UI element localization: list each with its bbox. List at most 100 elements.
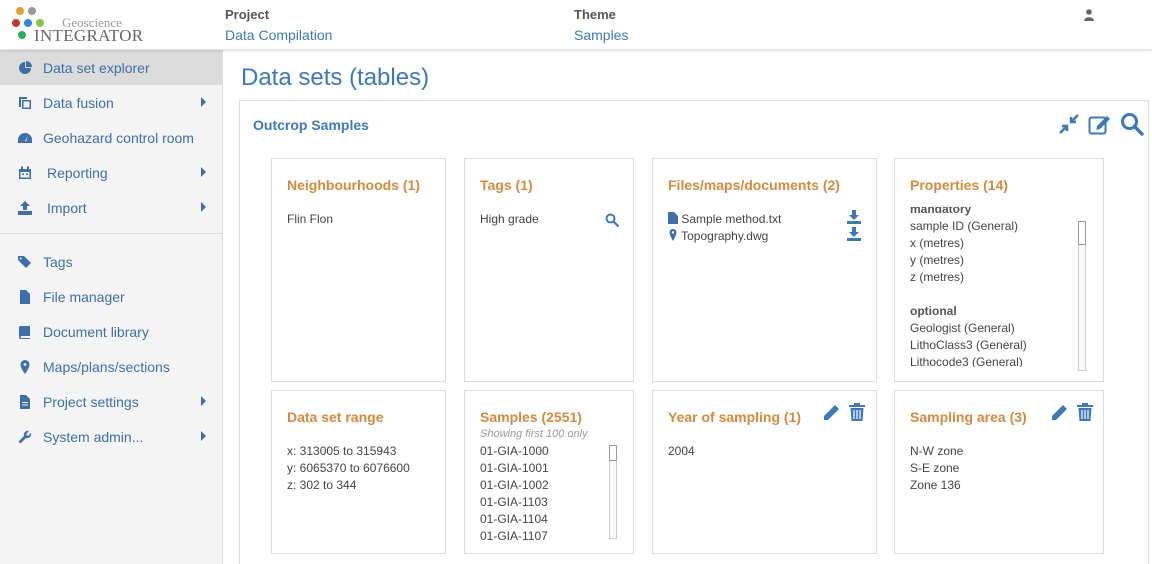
sidebar-item-system-admin[interactable]: System admin... xyxy=(0,419,222,454)
list-item[interactable]: 01-GIA-1001 xyxy=(480,460,549,477)
list-item[interactable]: Flin Flon xyxy=(287,211,333,228)
card-actions xyxy=(1051,403,1093,421)
dataset-title: Outcrop Samples xyxy=(253,117,369,133)
list-item[interactable]: 01-GIA-1000 xyxy=(480,443,549,460)
list-item[interactable]: 01-GIA-1103 xyxy=(480,494,549,511)
logo-big-text: INTEGRATOR xyxy=(34,26,144,45)
list-item[interactable]: 01-GIA-1002 xyxy=(480,477,549,494)
scrollbar-thumb[interactable] xyxy=(1078,221,1086,245)
list-item: 2004 xyxy=(668,444,695,458)
file-name: Topography.dwg xyxy=(681,229,769,243)
collapse-icon[interactable] xyxy=(1058,113,1080,135)
scrollbar-thumb[interactable] xyxy=(609,445,617,461)
properties-scrollbar[interactable] xyxy=(1078,221,1086,371)
samples-scrollbar[interactable] xyxy=(609,445,617,539)
trash-icon[interactable] xyxy=(849,403,865,421)
year-of-sampling-card: Year of sampling (1) 2004 xyxy=(652,390,877,554)
panel-toolbar xyxy=(1058,112,1144,136)
logo-dot xyxy=(16,7,24,15)
sidebar-item-reporting[interactable]: Reporting xyxy=(0,155,222,190)
file-name: Sample method.txt xyxy=(681,212,782,226)
geoscience-integrator-logo[interactable]: Geoscience INTEGRATOR xyxy=(12,5,144,45)
card-title: Tags (1) xyxy=(480,177,533,193)
logo-dot xyxy=(24,19,32,27)
edit-dataset-icon[interactable] xyxy=(1088,113,1112,135)
card-title: Neighbourhoods (1) xyxy=(287,177,420,193)
properties-scroll-area[interactable]: mandatory sample ID (General) x (metres)… xyxy=(910,207,1080,367)
sidebar-item-label: Maps/plans/sections xyxy=(43,358,170,375)
neighbourhoods-list: Flin Flon xyxy=(287,211,333,228)
list-item: N-W zone xyxy=(910,444,964,458)
x-range: x: 313005 to 315943 xyxy=(287,444,397,458)
file-item[interactable]: Topography.dwg xyxy=(668,228,781,245)
card-title: Samples (2551) xyxy=(480,409,582,425)
tags-icon xyxy=(18,255,32,269)
list-item[interactable]: 01-GIA-1107 xyxy=(480,528,549,541)
sidebar-item-label: Reporting xyxy=(47,164,108,181)
list-item: Geologist (General) xyxy=(910,321,1015,335)
user-icon[interactable] xyxy=(1084,9,1094,21)
sidebar-item-tags[interactable]: Tags xyxy=(0,244,222,279)
sidebar-item-label: Document library xyxy=(43,323,149,340)
sidebar-item-geohazard-control-room[interactable]: Geohazard control room xyxy=(0,120,222,155)
files-list: Sample method.txt Topography.dwg xyxy=(668,211,781,245)
properties-card: Properties (14) mandatory sample ID (Gen… xyxy=(894,158,1104,382)
copy-icon xyxy=(18,96,32,110)
sidebar-item-import[interactable]: Import xyxy=(0,190,222,225)
download-icon[interactable] xyxy=(847,227,861,241)
y-range: y: 6065370 to 6076600 xyxy=(287,461,410,475)
sidebar-item-maps-plans-sections[interactable]: Maps/plans/sections xyxy=(0,349,222,384)
sidebar-item-data-set-explorer[interactable]: Data set explorer xyxy=(0,50,222,85)
tags-card: Tags (1) High grade xyxy=(464,158,634,382)
trash-icon[interactable] xyxy=(1077,403,1093,421)
list-item: LithoClass3 (General) xyxy=(910,338,1027,352)
search-icon[interactable] xyxy=(1120,112,1144,136)
list-item: x (metres) xyxy=(910,236,964,250)
sidebar-item-label: Project settings xyxy=(43,393,139,410)
sidebar-item-label: Data fusion xyxy=(43,94,114,111)
theme-selector: Theme Samples xyxy=(574,7,628,43)
list-item[interactable]: High grade xyxy=(480,211,539,228)
z-range: z: 302 to 344 xyxy=(287,478,357,492)
calendar-icon xyxy=(18,166,32,180)
sidebar-item-project-settings[interactable]: Project settings xyxy=(0,384,222,419)
sidebar-item-data-fusion[interactable]: Data fusion xyxy=(0,85,222,120)
sidebar-item-file-manager[interactable]: File manager xyxy=(0,279,222,314)
card-title: Year of sampling (1) xyxy=(668,409,802,425)
download-icon[interactable] xyxy=(847,210,861,224)
sidebar-divider xyxy=(0,233,222,234)
dashboard-icon xyxy=(18,131,32,145)
file-item[interactable]: Sample method.txt xyxy=(668,211,781,228)
pie-chart-icon xyxy=(18,60,32,75)
card-actions xyxy=(823,403,865,421)
year-list: 2004 xyxy=(668,443,695,460)
samples-list: 01-GIA-1000 01-GIA-1001 01-GIA-1002 01-G… xyxy=(480,443,549,541)
card-title: Data set range xyxy=(287,409,384,425)
map-marker-icon xyxy=(18,359,32,374)
properties-list: mandatory sample ID (General) x (metres)… xyxy=(910,207,1027,367)
project-selector: Project Data Compilation xyxy=(225,7,332,43)
sidebar-nav: Data set explorer Data fusion Geohazard … xyxy=(0,50,223,564)
search-tag-icon[interactable] xyxy=(605,213,619,227)
logo-dot xyxy=(28,7,36,15)
sidebar-item-document-library[interactable]: Document library xyxy=(0,314,222,349)
sidebar-item-label: Data set explorer xyxy=(43,59,150,76)
card-title: Sampling area (3) xyxy=(910,409,1027,425)
book-icon xyxy=(18,325,32,339)
list-item[interactable]: 01-GIA-1104 xyxy=(480,511,549,528)
caret-right-icon xyxy=(201,97,206,107)
theme-label: Theme xyxy=(574,7,616,22)
samples-scroll-area[interactable]: 01-GIA-1000 01-GIA-1001 01-GIA-1002 01-G… xyxy=(480,443,605,541)
page-title: Data sets (tables) xyxy=(241,64,430,91)
tags-list: High grade xyxy=(480,211,539,228)
wrench-icon xyxy=(18,430,32,444)
list-item: Lithocode3 (General) xyxy=(910,355,1023,367)
caret-right-icon xyxy=(201,431,206,441)
list-item: Zone 136 xyxy=(910,478,961,492)
theme-value-link[interactable]: Samples xyxy=(574,27,628,43)
pencil-icon[interactable] xyxy=(1051,403,1069,421)
group-title: mandatory xyxy=(910,207,972,216)
samples-note: Showing first 100 only xyxy=(480,428,588,440)
pencil-icon[interactable] xyxy=(823,403,841,421)
project-value-link[interactable]: Data Compilation xyxy=(225,27,332,43)
